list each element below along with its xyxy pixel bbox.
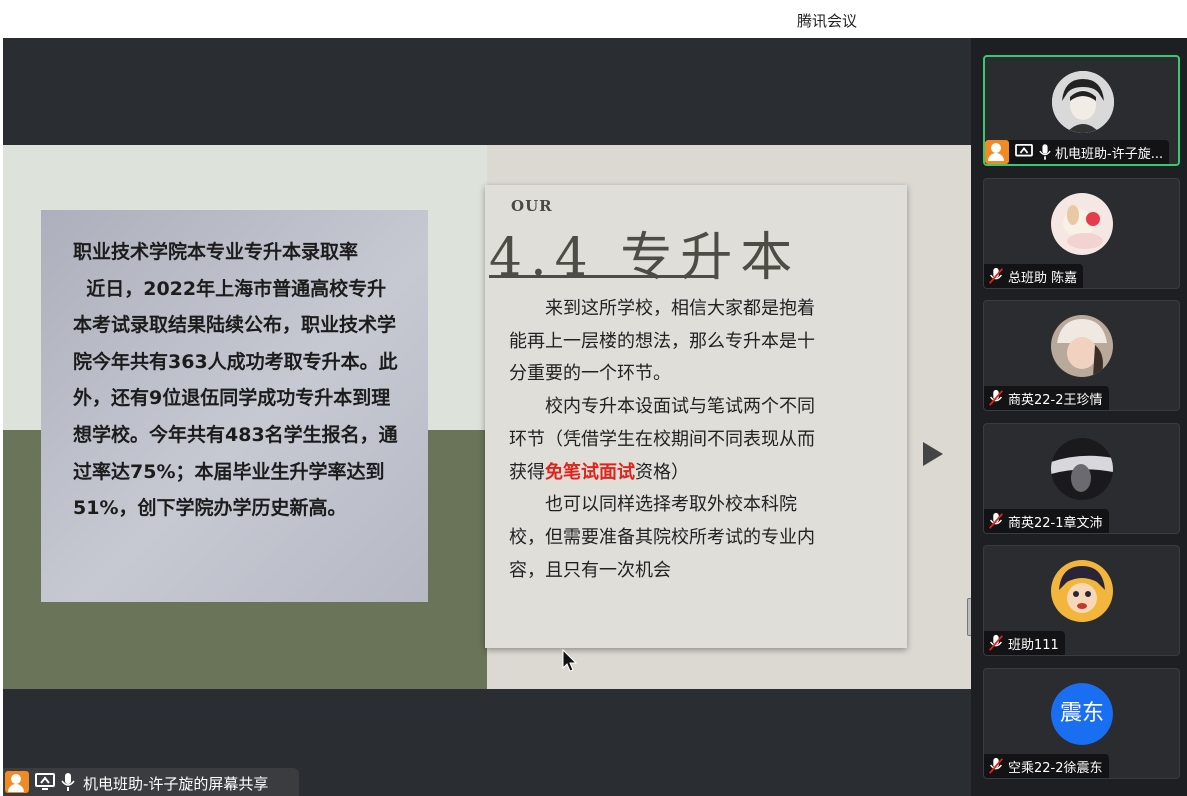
muted-microphone-icon: [989, 389, 1003, 406]
avatar: 震东: [1051, 683, 1113, 745]
participant-tile[interactable]: 总班助 陈嘉: [983, 178, 1180, 289]
muted-microphone-icon: [989, 634, 1003, 651]
participant-namebar: 商英22-2王珍情: [984, 386, 1109, 410]
microphone-icon: [61, 773, 75, 791]
share-label: 机电班助-许子旋的屏幕共享: [83, 775, 269, 793]
heading-underline: [489, 275, 717, 278]
play-arrow-icon[interactable]: [923, 442, 943, 466]
our-label: OUR: [511, 197, 553, 215]
shared-screen[interactable]: 职业技术学院本专业专升本录取率 近日，2022年上海市普通高校专升本考试录取结果…: [3, 38, 974, 796]
avatar: [1052, 71, 1114, 133]
participant-name: 班助111: [1008, 637, 1059, 653]
muted-microphone-icon: [989, 267, 1003, 284]
participant-name: 空乘22-2徐震东: [1008, 760, 1103, 776]
news-card: 职业技术学院本专业专升本录取率 近日，2022年上海市普通高校专升本考试录取结果…: [41, 210, 428, 602]
participant-namebar: 班助111: [984, 631, 1065, 655]
paragraph-3: 也可以同样选择考取外校本科院校，但需要准备其院校所考试的专业内容，且只有一次机会: [509, 494, 815, 581]
avatar: [1051, 315, 1113, 377]
screen-share-icon: [1015, 144, 1033, 157]
avatar-initials: 震东: [1051, 683, 1113, 745]
participant-tile[interactable]: 商英22-1章文沛: [983, 423, 1180, 534]
paragraph-1: 来到这所学校，相信大家都是抱着能再上一层楼的想法，那么专升本是十分重要的一个环节…: [509, 298, 815, 385]
muted-microphone-icon: [989, 512, 1003, 529]
app-title: 腾讯会议: [797, 12, 858, 30]
participant-name: 总班助 陈嘉: [1008, 270, 1078, 286]
participant-name: 机电班助-许子旋...: [1055, 146, 1164, 162]
presentation-slide: 职业技术学院本专业专升本录取率 近日，2022年上海市普通高校专升本考试录取结果…: [3, 145, 971, 689]
paragraph-2: 校内专升本设面试与笔试两个不同环节（凭借学生在校期间不同表现从而获得免笔试面试资…: [509, 396, 815, 483]
participant-name: 商英22-1章文沛: [1008, 515, 1103, 531]
screen-share-icon: [35, 773, 55, 790]
muted-microphone-icon: [989, 757, 1003, 774]
participant-tile[interactable]: 机电班助-许子旋...: [983, 55, 1180, 166]
participant-tile[interactable]: 震东 空乘22-2徐震东: [983, 668, 1180, 779]
participant-name: 商英22-2王珍情: [1008, 392, 1103, 408]
slide-heading: 4.4 专升本: [489, 228, 801, 288]
participants-panel: 机电班助-许子旋... 总班助 陈嘉 商英22-2王珍情 商英22-1章文沛 班…: [971, 38, 1187, 796]
avatar: [1051, 193, 1113, 255]
slide-body: 来到这所学校，相信大家都是抱着能再上一层楼的想法，那么专升本是十分重要的一个环节…: [509, 293, 825, 587]
host-icon: [5, 771, 29, 793]
participant-namebar: 商英22-1章文沛: [984, 509, 1109, 533]
avatar: [1051, 438, 1113, 500]
avatar: [1051, 560, 1113, 622]
participant-namebar: 机电班助-许子旋...: [985, 140, 1170, 164]
news-text: 职业技术学院本专业专升本录取率 近日，2022年上海市普通高校专升本考试录取结果…: [73, 241, 398, 520]
highlight-text: 免笔试面试: [545, 461, 635, 483]
participant-tile[interactable]: 商英22-2王珍情: [983, 300, 1180, 411]
participant-namebar: 总班助 陈嘉: [984, 264, 1084, 288]
screen-share-bar: 机电班助-许子旋的屏幕共享: [3, 768, 299, 796]
participant-namebar: 空乘22-2徐震东: [984, 754, 1109, 778]
host-icon: [985, 140, 1009, 164]
mouse-cursor-icon: [562, 649, 578, 672]
microphone-icon: [1039, 144, 1051, 160]
title-bar: 腾讯会议: [0, 0, 1187, 38]
participant-tile[interactable]: 班助111: [983, 545, 1180, 656]
content-card: OUR 4.4 专升本 来到这所学校，相信大家都是抱着能再上一层楼的想法，那么专…: [485, 185, 907, 648]
